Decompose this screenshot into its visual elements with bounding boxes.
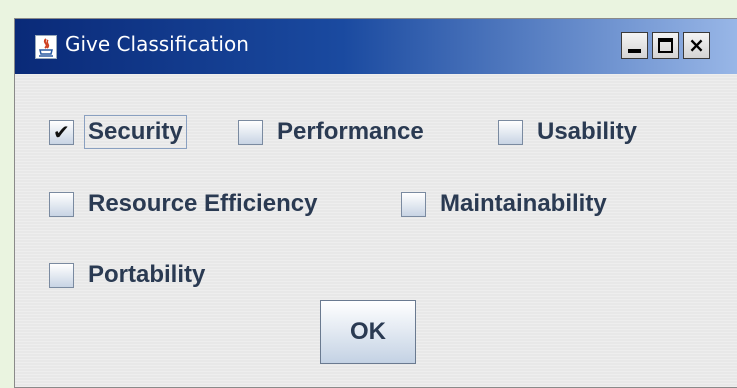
checkbox-box[interactable]: [401, 191, 426, 217]
maximize-button[interactable]: [652, 32, 679, 59]
checkbox-label[interactable]: Usability: [537, 118, 637, 146]
window-title: Give Classification: [65, 32, 249, 56]
minimize-icon: [628, 49, 641, 53]
checkbox-usability[interactable]: Usability: [498, 112, 637, 152]
checkbox-label[interactable]: Maintainability: [440, 190, 607, 218]
checkbox-resource-efficiency[interactable]: Resource Efficiency: [49, 184, 317, 224]
close-icon: ×: [688, 33, 705, 57]
checkbox-box[interactable]: [238, 119, 263, 145]
checkbox-label[interactable]: Performance: [277, 118, 424, 146]
ok-button[interactable]: OK: [320, 300, 416, 364]
java-icon: [35, 35, 57, 59]
checkbox-label[interactable]: Resource Efficiency: [88, 190, 317, 218]
dialog-window: Give Classification × ✔ Security Perform…: [14, 18, 737, 388]
checkbox-box[interactable]: [498, 119, 523, 145]
checkbox-label[interactable]: Security: [84, 115, 187, 149]
title-bar[interactable]: Give Classification ×: [15, 19, 737, 74]
close-button[interactable]: ×: [683, 32, 710, 59]
checkbox-security[interactable]: ✔ Security: [49, 112, 187, 152]
checkbox-maintainability[interactable]: Maintainability: [401, 184, 607, 224]
dialog-content: ✔ Security Performance Usability Resourc…: [15, 74, 737, 387]
checkbox-box[interactable]: [49, 262, 74, 288]
checkbox-performance[interactable]: Performance: [238, 112, 424, 152]
checkbox-label[interactable]: Portability: [88, 261, 205, 289]
minimize-button[interactable]: [621, 32, 648, 59]
maximize-icon: [658, 38, 673, 53]
checkbox-portability[interactable]: Portability: [49, 255, 205, 295]
checkbox-box[interactable]: [49, 191, 74, 217]
checkbox-box[interactable]: ✔: [49, 119, 74, 145]
checkmark-icon: ✔: [53, 119, 70, 144]
